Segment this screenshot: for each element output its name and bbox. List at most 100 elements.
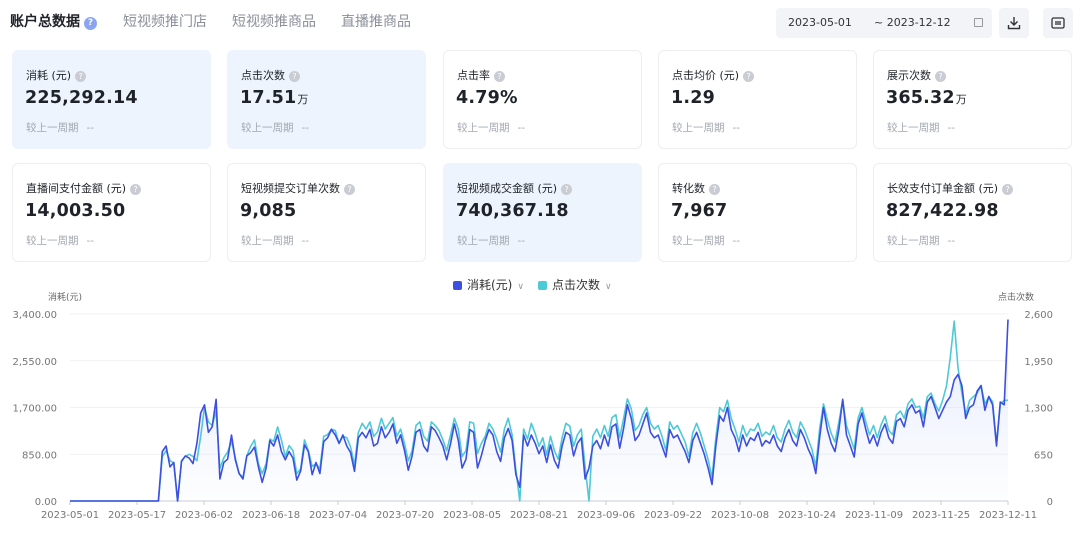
metric-compare-label: 较上一周期 [26, 235, 79, 247]
metric-label: 消耗 (元)? [26, 67, 87, 83]
metric-compare-value: -- [301, 122, 310, 134]
metric-label-text: 短视频成交金额 (元) [457, 182, 558, 195]
metric-value-number: 7,967 [671, 201, 728, 221]
metric-value-number: 1.29 [671, 88, 715, 108]
metric-label-text: 展示次数 [887, 69, 931, 82]
x-tick-label: 2023-08-21 [510, 510, 568, 521]
tab-live-product[interactable]: 直播推商品 [341, 11, 411, 31]
metric-label: 点击均价 (元)? [672, 67, 755, 83]
help-icon[interactable]: ? [289, 71, 300, 82]
help-icon[interactable]: ? [561, 184, 573, 195]
date-separator: ~ [874, 16, 884, 29]
metric-card[interactable]: 长效支付订单金额 (元)? 827,422.98 较上一周期 -- [873, 163, 1072, 262]
metric-compare-value: -- [732, 235, 741, 247]
calendar-icon[interactable] [974, 18, 983, 27]
metric-card[interactable]: 短视频成交金额 (元)? 740,367.18 较上一周期 -- [443, 163, 642, 262]
metric-value: 827,422.98 [886, 201, 1000, 221]
metric-label-text: 点击次数 [241, 69, 285, 82]
line-chart: 消耗(元) 点击次数 3,400.00 2,550.00 1,700.00 850.00 0… [12, 291, 1053, 521]
metric-card[interactable]: 转化数? 7,967 较上一周期 -- [658, 163, 857, 262]
metric-value-number: 4.79% [456, 88, 518, 108]
metric-label-text: 点击均价 (元) [672, 69, 740, 82]
tab-short-video-product[interactable]: 短视频推商品 [232, 11, 316, 31]
metric-compare: 较上一周期 -- [26, 120, 94, 135]
metric-compare-value: -- [86, 235, 95, 247]
help-icon[interactable]: ? [1002, 184, 1014, 195]
x-tick-label: 2023-09-06 [577, 510, 635, 521]
metric-card[interactable]: 点击次数? 17.51万 较上一周期 -- [227, 50, 426, 149]
metric-compare-label: 较上一周期 [457, 122, 510, 134]
metric-label: 长效支付订单金额 (元)? [887, 180, 1014, 196]
metric-compare-value: -- [517, 235, 526, 247]
metric-compare: 较上一周期 -- [672, 120, 740, 135]
metric-value-number: 740,367.18 [456, 201, 569, 221]
x-tick-label: 2023-09-22 [644, 510, 702, 521]
y-right-tick-label: 0 [1047, 497, 1053, 508]
metric-value-number: 14,003.50 [25, 201, 126, 221]
x-tick-label: 2023-06-18 [242, 510, 300, 521]
date-range-picker[interactable]: 2023-05-01 ~ 2023-12-12 [776, 8, 992, 38]
metric-label-text: 点击率 [457, 69, 490, 82]
metric-compare: 较上一周期 -- [887, 233, 955, 248]
y-right-tick-label: 1,950 [1024, 357, 1053, 368]
metric-compare-value: -- [947, 122, 956, 134]
metric-compare-value: -- [301, 235, 310, 247]
columns-button[interactable] [1043, 8, 1073, 38]
y-axis-right-title: 点击次数 [998, 291, 1034, 303]
y-left-tick-label: 2,550.00 [12, 357, 57, 368]
help-icon[interactable]: ? [130, 184, 142, 195]
date-end-group[interactable]: ~ 2023-12-12 [874, 16, 951, 29]
x-tick-label: 2023-05-01 [41, 510, 99, 521]
x-tick-label: 2023-07-04 [309, 510, 367, 521]
metric-value-number: 9,085 [240, 201, 297, 221]
metric-label: 展示次数? [887, 67, 946, 83]
metric-card[interactable]: 点击均价 (元)? 1.29 较上一周期 -- [658, 50, 857, 149]
tab-short-video-store[interactable]: 短视频推门店 [123, 11, 207, 31]
metric-card[interactable]: 消耗 (元)? 225,292.14 较上一周期 -- [12, 50, 211, 149]
help-icon[interactable]: ? [709, 184, 720, 195]
download-button[interactable] [999, 8, 1029, 38]
y-left-tick-label: 1,700.00 [12, 404, 57, 415]
metric-card[interactable]: 展示次数? 365.32万较上一周期 -- [873, 50, 1072, 149]
metric-compare: 较上一周期 -- [457, 120, 525, 135]
metric-label: 短视频成交金额 (元)? [457, 180, 573, 196]
metric-label: 直播间支付金额 (元)? [26, 180, 142, 196]
metric-card[interactable]: 直播间支付金额 (元)? 14,003.50 较上一周期 -- [12, 163, 211, 262]
help-icon[interactable]: ? [344, 184, 355, 195]
metric-value: 7,967 [671, 201, 728, 221]
metric-compare: 较上一周期 -- [241, 120, 309, 135]
help-icon[interactable]: ? [84, 17, 97, 30]
columns-icon [1051, 17, 1065, 29]
top-bar: 账户总数据? 短视频推门店 短视频推商品 直播推商品 2023-05-01 ~ … [0, 0, 1080, 44]
metric-label-text: 直播间支付金额 (元) [26, 182, 127, 195]
date-end: 2023-12-12 [886, 16, 951, 29]
x-tick-label: 2023-10-24 [778, 510, 836, 521]
metric-value: 365.32万 [886, 88, 967, 108]
metric-compare-label: 较上一周期 [672, 122, 725, 134]
tab-account-total[interactable]: 账户总数据? [10, 11, 97, 31]
metric-compare-label: 较上一周期 [457, 235, 510, 247]
help-icon[interactable]: ? [743, 71, 755, 82]
download-icon [1007, 17, 1021, 30]
help-icon[interactable]: ? [75, 71, 87, 82]
x-tick-label: 2023-07-20 [376, 510, 434, 521]
help-icon[interactable]: ? [494, 71, 505, 82]
metric-card[interactable]: 点击率? 4.79% 较上一周期 -- [443, 50, 642, 149]
metric-compare-value: -- [947, 235, 956, 247]
y-left-tick-label: 850.00 [22, 450, 57, 461]
x-tick-label: 2023-11-25 [912, 510, 970, 521]
metric-card[interactable]: 短视频提交订单次数? 9,085 较上一周期 -- [227, 163, 426, 262]
metric-compare-label: 较上一周期 [887, 122, 940, 134]
metric-unit: 万 [955, 93, 967, 106]
metric-label: 转化数? [672, 180, 720, 196]
y-right-tick-label: 650 [1034, 450, 1053, 461]
metric-compare-label: 较上一周期 [887, 235, 940, 247]
help-icon[interactable]: ? [935, 71, 946, 82]
metric-value: 1.29 [671, 88, 716, 108]
x-tick-label: 2023-12-11 [979, 510, 1037, 521]
date-start[interactable]: 2023-05-01 [788, 16, 852, 29]
metric-value: 4.79% [456, 88, 519, 108]
metric-value-number: 17.51 [240, 88, 297, 108]
y-left-tick-label: 0.00 [35, 497, 57, 508]
metric-compare-value: -- [517, 122, 526, 134]
